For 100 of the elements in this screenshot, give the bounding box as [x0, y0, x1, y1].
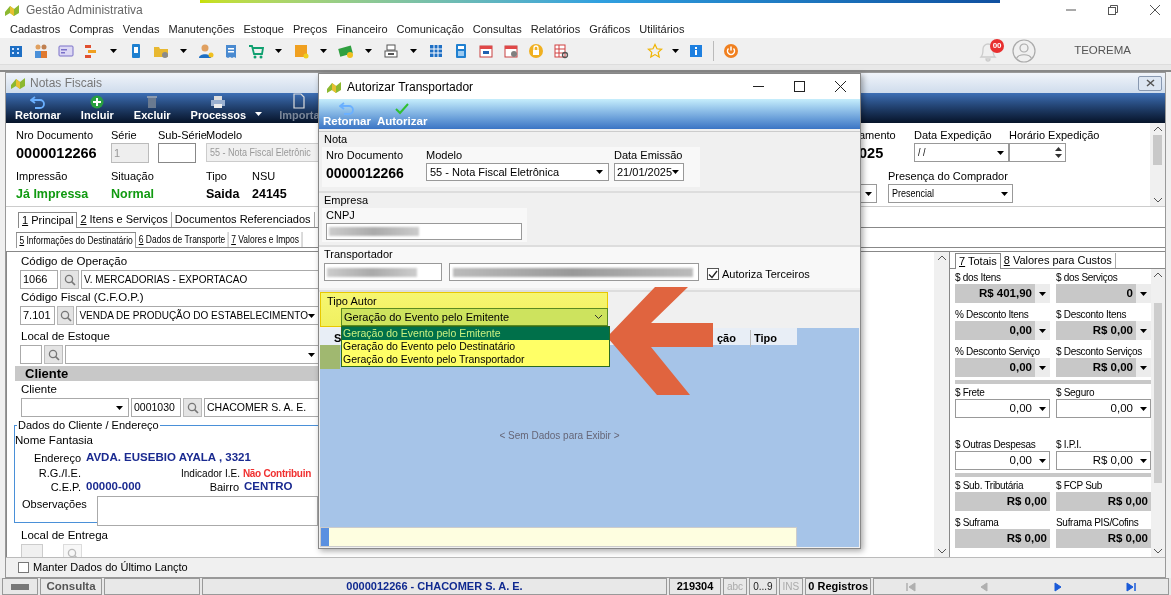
menu-item[interactable]: Preços	[288, 21, 332, 37]
menu-item[interactable]: Vendas	[118, 21, 164, 37]
menu-item[interactable]: Consultas	[468, 21, 526, 37]
field-label: Suframa PIS/Cofins	[1056, 516, 1140, 529]
dropdown-field[interactable]: VENDA DE PRODUÇÃO DO ESTABELECIMENTO	[76, 306, 319, 325]
amount-field[interactable]: 0,00	[955, 451, 1050, 470]
field-label: Modelo	[206, 128, 244, 143]
field-label: Indicador I.E.	[181, 466, 240, 481]
menu-item[interactable]: Comunicação	[392, 21, 468, 37]
amount-field[interactable]: R$ 401,90	[955, 284, 1050, 303]
notification-badge: 00	[990, 39, 1005, 53]
menu-item[interactable]: Manutenções	[164, 21, 239, 37]
amount-field[interactable]: R$ 0,00	[1056, 451, 1151, 470]
field-label: $ Sub. Tributária	[955, 479, 1025, 492]
field-label: Série	[111, 128, 138, 143]
field-label: Código de Operação	[20, 254, 129, 269]
status-record: 0000012266 - CHACOMER S. A. E.	[346, 579, 523, 595]
field-label: Nro Documento	[16, 128, 95, 143]
dropdown-field[interactable]: 55 - Nota Fiscal Eletrônica	[426, 163, 609, 181]
field-label: NSU	[252, 169, 277, 184]
column-header: S	[334, 331, 342, 346]
field-label: Horário Expedição	[1009, 128, 1101, 143]
section-title: Empresa	[324, 194, 369, 206]
empty-message: < Sem Dados para Exibir >	[498, 429, 621, 443]
tab[interactable]: 8 Valores para Custos	[1000, 253, 1116, 268]
field-label: Sub-Série	[158, 128, 206, 143]
toolbar-button[interactable]: Incluir	[77, 95, 117, 122]
field-label: $ dos Itens	[955, 271, 1002, 284]
field-value: AVDA. EUSEBIO AYALA , 3321	[86, 450, 251, 466]
amount-field[interactable]: 0,00	[955, 399, 1050, 418]
amount-field[interactable]: 0	[1056, 284, 1151, 303]
field-label: $ FCP Sub	[1056, 479, 1104, 492]
tab[interactable]: 5 Informações do Destinatário	[16, 232, 137, 248]
dropdown-option[interactable]: Geração do Evento pelo Transportador	[342, 353, 609, 366]
field-label: amento	[859, 128, 897, 143]
input-field[interactable]: 7.101	[20, 306, 55, 325]
input-field[interactable]: CHACOMER S. A. E.	[204, 398, 319, 417]
dropdown-field[interactable]: / /	[914, 143, 1009, 162]
notification-bell[interactable]: 00	[978, 39, 1005, 63]
checkbox-label: Manter Dados do Último Lançto	[33, 560, 188, 576]
field-label: $ dos Serviços	[1056, 271, 1119, 284]
tab[interactable]: 7 Valores e Impos	[228, 232, 303, 247]
date-field[interactable]: 21/01/2025	[614, 163, 684, 181]
status-number: 219304	[676, 579, 714, 595]
column-header: Tipo	[750, 330, 777, 347]
field-label: Data Emissão	[614, 148, 684, 163]
amount-field[interactable]: 0,00	[1056, 399, 1151, 418]
tab[interactable]: 2 Itens e Serviços	[77, 212, 172, 227]
dialog-title: Autorizar Transportador	[347, 78, 474, 96]
field-label: R.G./I.E.	[37, 465, 81, 481]
menu-item[interactable]: Compras	[65, 21, 118, 37]
field-value: 00000-000	[86, 479, 142, 495]
amount-field: R$ 0,00	[1056, 529, 1151, 548]
tab[interactable]: 7 Totais	[955, 253, 1001, 269]
field-label: $ Suframa	[955, 516, 1000, 529]
field-label: Data Expedição	[914, 128, 993, 143]
menu-item[interactable]: Utilitários	[635, 21, 689, 37]
status-mode: Consulta	[46, 578, 96, 594]
field-label: $ I.P.I.	[1056, 438, 1083, 451]
section-header: Cliente	[15, 366, 319, 381]
field-label: Impressão	[16, 169, 69, 184]
menu-item[interactable]: Financeiro	[332, 21, 392, 37]
amount-field[interactable]: 0,00	[955, 358, 1050, 377]
toolbar-button[interactable]: Processos	[187, 95, 250, 122]
tab[interactable]: 1 Principal	[18, 212, 78, 228]
status-indicator: INS	[782, 580, 800, 594]
field-value: CENTRO	[244, 479, 293, 495]
input-field[interactable]: V. MERCADORIAS - EXPORTACAO	[81, 270, 319, 289]
field-label: $ Seguro	[1056, 386, 1096, 399]
field-label: Tipo	[206, 169, 228, 184]
dropdown-option[interactable]: Geração do Evento pelo Emitente	[342, 327, 609, 340]
tab[interactable]: 6 Dados de Transporte	[136, 232, 229, 247]
toolbar-button[interactable]: Excluir	[130, 95, 174, 122]
field-label: $ Frete	[955, 386, 986, 399]
menu-item[interactable]: Estoque	[239, 21, 288, 37]
amount-field[interactable]: R$ 0,00	[1056, 321, 1151, 340]
record-count: 0 Registros	[808, 579, 869, 595]
field-label: Código Fiscal (C.F.O.P.)	[20, 290, 145, 305]
amount-field: R$ 0,00	[1056, 492, 1151, 511]
user-name: TEOREMA	[1074, 43, 1131, 59]
dropdown-option[interactable]: Geração do Evento pelo Destinatário	[342, 340, 609, 353]
field-label: Cliente	[20, 382, 58, 397]
status-value: Já Impressa	[16, 186, 90, 203]
field-label: Tipo Autor	[327, 295, 377, 307]
field-label: $ Desconto Itens	[1056, 308, 1128, 321]
input-field[interactable]: 1066	[20, 270, 58, 289]
field-label: Bairro	[208, 479, 239, 495]
field-label: Presença do Comprador	[888, 169, 1009, 184]
dropdown-field[interactable]: Geração do Evento pelo Emitente	[341, 308, 608, 326]
input-field[interactable]: 0001030	[131, 398, 181, 417]
menu-item[interactable]: Gráficos	[585, 21, 635, 37]
menu-item[interactable]: Relatórios	[526, 21, 585, 37]
amount-field: R$ 0,00	[955, 529, 1050, 548]
menu-item[interactable]: Cadastros	[6, 21, 65, 37]
amount-field[interactable]: 0,00	[955, 321, 1050, 340]
group-title: Dados do Cliente / Endereço	[17, 418, 160, 432]
tab[interactable]: Documentos Referenciados	[171, 212, 315, 227]
toolbar-button[interactable]: Retornar	[12, 95, 64, 122]
dropdown-field[interactable]: Presencial	[888, 184, 1013, 203]
amount-field[interactable]: R$ 0,00	[1056, 358, 1151, 377]
